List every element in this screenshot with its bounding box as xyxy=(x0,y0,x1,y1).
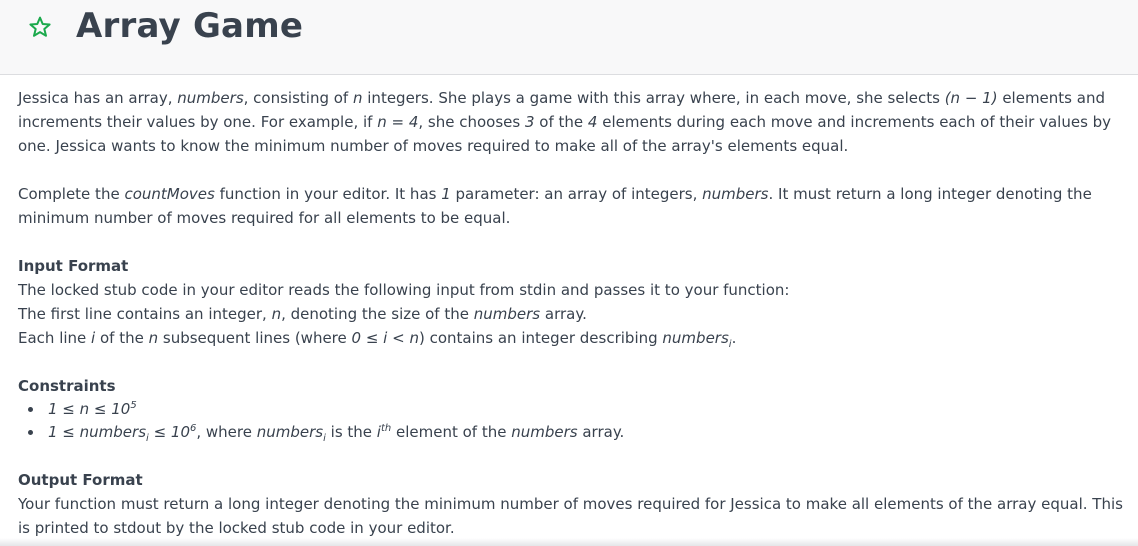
constraints-heading: Constraints xyxy=(18,377,116,395)
page-title: Array Game xyxy=(76,6,304,46)
input-format-line-1: The locked stub code in your editor read… xyxy=(18,281,790,299)
input-format-heading: Input Format xyxy=(18,257,129,275)
constraint-item: 1 ≤ numbersi ≤ 106, where numbersi is th… xyxy=(44,421,1136,444)
input-format-line-2: The first line contains an integer, n, d… xyxy=(18,305,587,323)
star-outline-icon[interactable] xyxy=(28,15,52,39)
output-format-text: Your function must return a long integer… xyxy=(18,495,1123,537)
statement-paragraph-1: Jessica has an array, numbers, consistin… xyxy=(18,89,1112,155)
bottom-shadow xyxy=(0,538,1138,546)
input-format-line-3: Each line i of the n subsequent lines (w… xyxy=(18,329,737,350)
constraints-list: 1 ≤ n ≤ 105 1 ≤ numbersi ≤ 106, where nu… xyxy=(18,398,1136,444)
output-format-heading: Output Format xyxy=(18,471,143,489)
problem-statement: Jessica has an array, numbers, consistin… xyxy=(18,86,1136,540)
statement-paragraph-2: Complete the countMoves function in your… xyxy=(18,185,1092,227)
constraint-item: 1 ≤ n ≤ 105 xyxy=(44,398,1136,421)
challenge-header: Array Game xyxy=(0,0,1138,75)
